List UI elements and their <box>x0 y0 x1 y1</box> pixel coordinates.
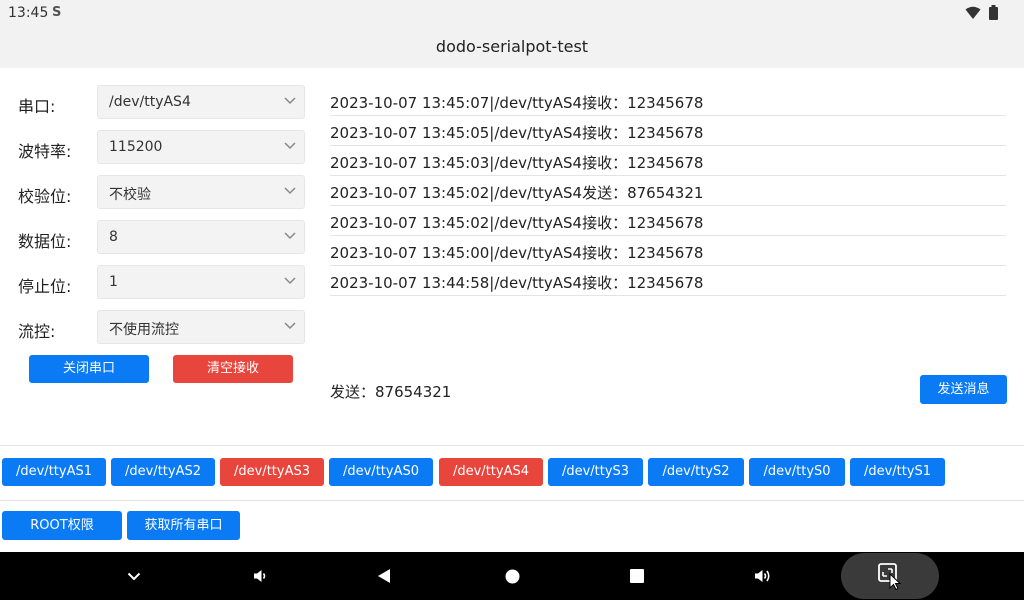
volume-up-icon <box>755 570 770 582</box>
select-value: 不使用流控 <box>109 322 179 338</box>
setting-label: 校验位: <box>18 187 72 206</box>
recents-button[interactable] <box>613 552 661 600</box>
chevron-down-icon <box>284 322 296 330</box>
flow-control-select[interactable]: 不使用流控 <box>97 310 305 344</box>
wifi-icon <box>965 6 981 19</box>
setting-stop-bits: 停止位: 1 <box>18 265 308 299</box>
status-indicator: S <box>52 5 62 20</box>
status-icons <box>965 5 998 20</box>
setting-label: 数据位: <box>18 232 72 251</box>
status-time: 13:45 <box>8 5 49 21</box>
log-entry: 2023-10-07 13:44:58|/dev/ttyAS4接收：123456… <box>330 266 1006 296</box>
port-button-ttyAS1[interactable]: /dev/ttyAS1 <box>2 458 106 486</box>
app-title-bar: dodo-serialpot-test <box>0 26 1024 68</box>
port-button-ttyAS0[interactable]: /dev/ttyAS0 <box>329 458 433 486</box>
hide-nav-button[interactable] <box>110 552 158 600</box>
back-button[interactable] <box>360 552 408 600</box>
setting-label: 停止位: <box>18 277 72 296</box>
port-button-ttyS2[interactable]: /dev/ttyS2 <box>648 458 744 486</box>
log-entry: 2023-10-07 13:45:03|/dev/ttyAS4接收：123456… <box>330 146 1006 176</box>
log-entry: 2023-10-07 13:45:00|/dev/ttyAS4接收：123456… <box>330 236 1006 266</box>
select-value: 不校验 <box>109 187 151 203</box>
setting-label: 波特率: <box>18 142 72 161</box>
root-permission-button[interactable]: ROOT权限 <box>2 511 122 540</box>
select-value: 8 <box>109 229 118 245</box>
home-icon <box>505 569 519 583</box>
setting-parity: 校验位: 不校验 <box>18 175 308 209</box>
log-entry: 2023-10-07 13:45:05|/dev/ttyAS4接收：123456… <box>330 116 1006 146</box>
screenshot-button[interactable] <box>866 552 914 600</box>
setting-baud-rate: 波特率: 115200 <box>18 130 308 164</box>
volume-up-button[interactable] <box>739 552 787 600</box>
setting-data-bits: 数据位: 8 <box>18 220 308 254</box>
status-bar: 13:45 S <box>0 0 1024 26</box>
chevron-down-icon <box>284 277 296 285</box>
port-button-ttyS3[interactable]: /dev/ttyS3 <box>548 458 643 486</box>
setting-label: 流控: <box>18 322 56 341</box>
setting-flow-control: 流控: 不使用流控 <box>18 310 308 344</box>
chevron-down-icon <box>284 187 296 195</box>
log-entry: 2023-10-07 13:45:02|/dev/ttyAS4接收：123456… <box>330 206 1006 236</box>
divider <box>0 445 1024 446</box>
close-port-button[interactable]: 关闭串口 <box>29 355 149 383</box>
port-button-ttyS1[interactable]: /dev/ttyS1 <box>850 458 945 486</box>
stop-bits-select[interactable]: 1 <box>97 265 305 299</box>
port-button-ttyAS4[interactable]: /dev/ttyAS4 <box>439 458 543 486</box>
port-button-ttyAS3[interactable]: /dev/ttyAS3 <box>220 458 324 486</box>
chevron-down-icon <box>284 232 296 240</box>
home-button[interactable] <box>488 552 536 600</box>
get-all-ports-button[interactable]: 获取所有串口 <box>127 511 240 540</box>
port-button-ttyS0[interactable]: /dev/ttyS0 <box>749 458 845 486</box>
back-icon <box>378 569 390 583</box>
setting-port: 串口: /dev/ttyAS4 <box>18 85 308 119</box>
select-value: /dev/ttyAS4 <box>109 94 191 110</box>
log-entry: 2023-10-07 13:45:02|/dev/ttyAS4发送：876543… <box>330 176 1006 206</box>
clear-receive-button[interactable]: 清空接收 <box>173 355 293 383</box>
data-bits-select[interactable]: 8 <box>97 220 305 254</box>
battery-icon <box>989 5 998 20</box>
select-value: 1 <box>109 274 118 290</box>
chevron-down-icon <box>127 572 141 580</box>
select-value: 115200 <box>109 139 163 155</box>
chevron-down-icon <box>284 142 296 150</box>
app-title: dodo-serialpot-test <box>435 37 589 56</box>
log-entry: 2023-10-07 13:45:07|/dev/ttyAS4接收：123456… <box>330 86 1006 116</box>
baud-rate-select[interactable]: 115200 <box>97 130 305 164</box>
send-message-button[interactable]: 发送消息 <box>920 375 1007 404</box>
recents-icon <box>630 569 644 583</box>
receive-log: 2023-10-07 13:45:07|/dev/ttyAS4接收：123456… <box>330 86 1006 296</box>
port-select[interactable]: /dev/ttyAS4 <box>97 85 305 119</box>
parity-select[interactable]: 不校验 <box>97 175 305 209</box>
volume-down-button[interactable] <box>236 552 284 600</box>
send-text: 发送：87654321 <box>330 383 452 401</box>
setting-label: 串口: <box>18 97 56 116</box>
system-navigation-bar <box>0 552 1024 600</box>
screenshot-icon <box>878 563 902 590</box>
volume-down-icon <box>254 570 266 582</box>
port-button-ttyAS2[interactable]: /dev/ttyAS2 <box>111 458 215 486</box>
divider <box>0 500 1024 501</box>
chevron-down-icon <box>284 97 296 105</box>
